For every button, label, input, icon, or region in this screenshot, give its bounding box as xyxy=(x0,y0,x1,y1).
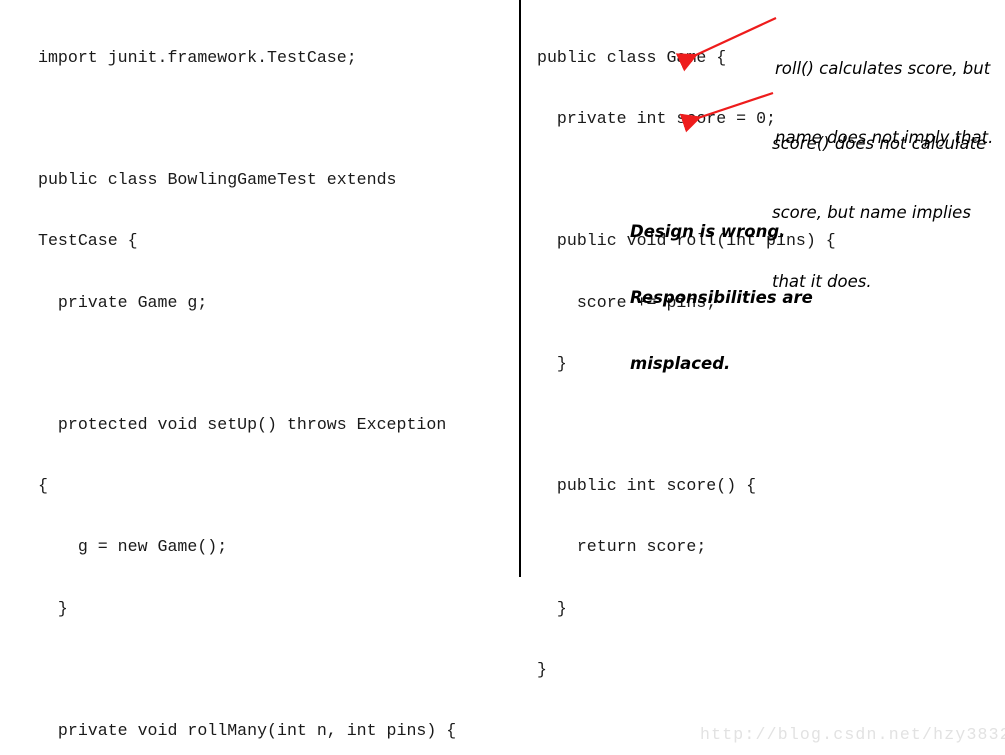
code-line: return score; xyxy=(537,537,707,557)
code-line: import junit.framework.TestCase; xyxy=(38,47,357,67)
watermark-url: http://blog.csdn.net/hzy38324 xyxy=(700,725,1005,744)
code-line: { xyxy=(38,476,48,496)
annotation-line: score() does not calculate xyxy=(772,134,987,153)
column-divider xyxy=(519,0,521,577)
code-line: public int score() { xyxy=(537,476,757,496)
code-line: } xyxy=(38,598,68,618)
code-line: protected void setUp() throws Exception xyxy=(38,415,447,435)
code-line: } xyxy=(537,598,567,618)
code-line: private void rollMany(int n, int pins) { xyxy=(38,721,457,741)
annotation-line: Design is wrong. xyxy=(630,222,786,241)
code-line: } xyxy=(537,659,547,679)
left-code-block: import junit.framework.TestCase; public … xyxy=(38,7,508,755)
annotation-line: Responsibilities are xyxy=(630,288,813,307)
slide-canvas: import junit.framework.TestCase; public … xyxy=(0,0,1005,755)
code-line: private Game g; xyxy=(38,292,208,312)
code-line: g = new Game(); xyxy=(38,537,228,557)
annotation-line: misplaced. xyxy=(630,354,731,373)
annotation-line: roll() calculates score, but xyxy=(775,59,991,78)
code-line: public class BowlingGameTest extends xyxy=(38,170,397,190)
code-line: TestCase { xyxy=(38,231,138,251)
annotation-design: Design is wrong. Responsibilities are mi… xyxy=(630,177,813,419)
